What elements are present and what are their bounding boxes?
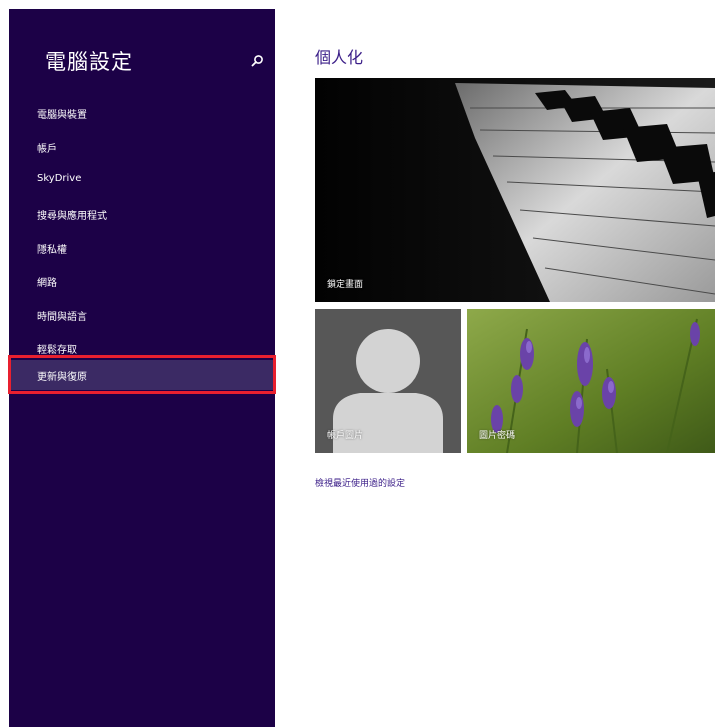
picture-password-label: 圖片密碼 [479, 431, 516, 441]
view-recent-settings-link[interactable]: 檢視最近使用過的設定 [315, 476, 405, 489]
picture-password-tile[interactable]: 圖片密碼 [467, 309, 715, 453]
sidebar-item-accounts[interactable]: 帳戶 [9, 132, 275, 162]
sidebar-item-label: 電腦與裝置 [37, 110, 87, 121]
sidebar-item-ease-of-access[interactable]: 輕鬆存取 [9, 333, 275, 363]
sidebar-item-search-and-apps[interactable]: 搜尋與應用程式 [9, 199, 275, 229]
sidebar-item-label: SkyDrive [37, 173, 82, 184]
sidebar-item-label: 網路 [37, 278, 57, 289]
sidebar-item-update-and-recovery[interactable]: 更新與復原 [9, 360, 275, 390]
sidebar-item-label: 搜尋與應用程式 [37, 211, 107, 222]
sidebar: 電腦設定 電腦與裝置 帳戶 SkyDrive 搜尋與應用程式 隱私權 網路 時間… [9, 9, 275, 727]
sidebar-item-label: 更新與復原 [37, 372, 87, 383]
lock-screen-tile[interactable]: 鎖定畫面 [315, 78, 715, 302]
sidebar-item-skydrive[interactable]: SkyDrive [9, 165, 275, 195]
account-picture-tile[interactable]: 帳戶圖片 [315, 309, 461, 453]
sidebar-item-label: 帳戶 [37, 144, 57, 155]
sidebar-item-pc-and-devices[interactable]: 電腦與裝置 [9, 98, 275, 128]
sidebar-item-label: 輕鬆存取 [37, 345, 77, 356]
lock-screen-label: 鎖定畫面 [327, 280, 364, 290]
account-picture-label: 帳戶圖片 [327, 431, 364, 441]
sidebar-item-network[interactable]: 網路 [9, 266, 275, 296]
search-icon[interactable] [249, 53, 265, 69]
sidebar-item-time-and-language[interactable]: 時間與語言 [9, 300, 275, 330]
sidebar-item-label: 隱私權 [37, 245, 67, 256]
pc-settings-title: 電腦設定 [45, 50, 133, 74]
piano-keys-image [315, 78, 715, 302]
sidebar-item-privacy[interactable]: 隱私權 [9, 233, 275, 263]
page-title: 個人化 [315, 48, 364, 67]
sidebar-item-label: 時間與語言 [37, 312, 87, 323]
